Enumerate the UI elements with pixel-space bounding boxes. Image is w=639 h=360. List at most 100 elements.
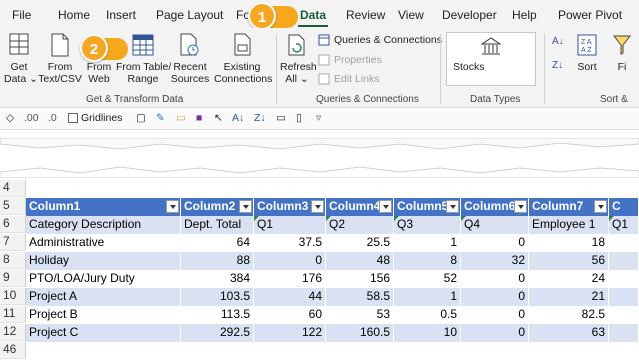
table-cell[interactable]: 1 xyxy=(394,234,461,252)
table-cell[interactable]: 25.5 xyxy=(326,234,394,252)
table-cell[interactable]: Holiday xyxy=(26,252,181,270)
existing-connections-button[interactable]: Existing Connections xyxy=(214,32,272,85)
column-header-5[interactable]: Column5 xyxy=(394,198,461,216)
row-header-4[interactable]: 4 xyxy=(0,180,26,197)
column-header-6[interactable]: Column6 xyxy=(461,198,529,216)
table-cell[interactable]: 32 xyxy=(461,252,529,270)
row-header-6[interactable]: 6 xyxy=(0,216,26,233)
tab-view[interactable]: View xyxy=(398,8,424,22)
table-cell[interactable]: Q1 xyxy=(254,216,326,234)
table-cell[interactable]: 21 xyxy=(529,288,609,306)
table-cell[interactable]: Project B xyxy=(26,306,181,324)
tab-page-layout[interactable]: Page Layout xyxy=(156,8,223,22)
table-cell[interactable]: 0 xyxy=(461,324,529,342)
table-cell[interactable]: PTO/LOA/Jury Duty xyxy=(26,270,181,288)
filter-dropdown-icon[interactable] xyxy=(446,200,459,213)
table-cell[interactable]: 176 xyxy=(254,270,326,288)
row-header-11[interactable]: 11 xyxy=(0,306,26,323)
tab-home[interactable]: Home xyxy=(58,8,90,22)
row-header-12[interactable]: 12 xyxy=(0,324,26,341)
border-icon[interactable]: ▢ xyxy=(136,112,146,124)
recent-sources-button[interactable]: Recent Sources xyxy=(170,32,210,85)
filter-dropdown-icon[interactable] xyxy=(594,200,607,213)
open-folder-icon[interactable]: ▭ xyxy=(176,112,186,124)
edit-links-button[interactable]: Edit Links xyxy=(318,73,380,85)
column-header-7[interactable]: Column7 xyxy=(529,198,609,216)
table-cell[interactable] xyxy=(609,324,639,342)
get-data-button[interactable]: Get Data ⌄ xyxy=(4,32,38,85)
table-cell[interactable]: 113.5 xyxy=(181,306,254,324)
table-cell[interactable]: Q2 xyxy=(326,216,394,234)
table-cell[interactable]: Administrative xyxy=(26,234,181,252)
table-cell[interactable]: 56 xyxy=(529,252,609,270)
filter-dropdown-icon[interactable] xyxy=(379,200,392,213)
save-icon[interactable]: ■ xyxy=(196,112,202,124)
filter-dropdown-icon[interactable] xyxy=(166,200,179,213)
table-cell[interactable]: Q1 xyxy=(609,216,639,234)
table-cell[interactable]: 156 xyxy=(326,270,394,288)
table-cell[interactable]: 37.5 xyxy=(254,234,326,252)
gridlines-toggle[interactable]: Gridlines xyxy=(68,112,122,124)
table-cell[interactable] xyxy=(609,270,639,288)
table-cell[interactable]: Dept. Total xyxy=(181,216,254,234)
table-cell[interactable]: 88 xyxy=(181,252,254,270)
table-cell[interactable]: 160.5 xyxy=(326,324,394,342)
table-cell[interactable]: 48 xyxy=(326,252,394,270)
tab-data[interactable]: Data xyxy=(300,8,326,22)
column-header-8[interactable]: C xyxy=(609,198,639,216)
eraser-icon[interactable]: ◇ xyxy=(6,112,14,124)
sort-ascending-icon[interactable]: A↓ xyxy=(232,112,244,124)
table-cell[interactable]: 384 xyxy=(181,270,254,288)
tab-review[interactable]: Review xyxy=(346,8,385,22)
pointer-icon[interactable]: ↖ xyxy=(214,112,223,124)
table-cell[interactable]: 18 xyxy=(529,234,609,252)
table-cell[interactable]: Project C xyxy=(26,324,181,342)
checkbox-icon[interactable] xyxy=(68,113,78,123)
table-cell[interactable] xyxy=(609,306,639,324)
row-header-8[interactable]: 8 xyxy=(0,252,26,269)
table-cell[interactable]: 52 xyxy=(394,270,461,288)
filter-dropdown-icon[interactable] xyxy=(311,200,324,213)
row-header-10[interactable]: 10 xyxy=(0,288,26,305)
table-cell[interactable]: 0 xyxy=(461,270,529,288)
table-cell[interactable]: Category Description xyxy=(26,216,181,234)
queries-connections-button[interactable]: Queries & Connections xyxy=(318,34,442,46)
table-cell[interactable] xyxy=(609,288,639,306)
refresh-all-button[interactable]: Refresh All ⌄ xyxy=(280,32,317,85)
row-header-9[interactable]: 9 xyxy=(0,270,26,287)
column-header-1[interactable]: Column1 xyxy=(26,198,181,216)
column-header-2[interactable]: Column2 xyxy=(181,198,254,216)
sort-button[interactable]: Z A A Z Sort xyxy=(572,32,602,73)
table-cell[interactable]: 24 xyxy=(529,270,609,288)
table-cell[interactable]: 60 xyxy=(254,306,326,324)
table-cell[interactable]: 0 xyxy=(254,252,326,270)
data-types-gallery[interactable]: Stocks xyxy=(446,32,536,86)
table-cell[interactable]: 0 xyxy=(461,288,529,306)
table-cell[interactable]: 64 xyxy=(181,234,254,252)
from-text-csv-button[interactable]: From Text/CSV xyxy=(38,32,82,85)
row-header-7[interactable]: 7 xyxy=(0,234,26,251)
table-cell[interactable]: 63 xyxy=(529,324,609,342)
table-cell[interactable]: 292.5 xyxy=(181,324,254,342)
table-cell[interactable]: 10 xyxy=(394,324,461,342)
table-cell[interactable]: 53 xyxy=(326,306,394,324)
decrease-decimal-icon[interactable]: .00 xyxy=(24,112,39,124)
table-cell[interactable]: 0 xyxy=(461,234,529,252)
table-cell[interactable]: Project A xyxy=(26,288,181,306)
sort-za-button[interactable]: Z↓ xyxy=(552,60,563,71)
table-cell[interactable] xyxy=(609,252,639,270)
filter-dropdown-icon[interactable] xyxy=(239,200,252,213)
sort-descending-icon[interactable]: Z↓ xyxy=(254,112,266,124)
tab-insert[interactable]: Insert xyxy=(106,8,136,22)
filter-dropdown-icon[interactable] xyxy=(514,200,527,213)
row-header-5[interactable]: 5 xyxy=(0,198,26,215)
tab-help[interactable]: Help xyxy=(512,8,537,22)
table-cell[interactable]: Q4 xyxy=(461,216,529,234)
table-cell[interactable]: 8 xyxy=(394,252,461,270)
table-cell[interactable]: 0 xyxy=(461,306,529,324)
properties-button[interactable]: Properties xyxy=(318,54,382,66)
table-cell[interactable]: 44 xyxy=(254,288,326,306)
table-cell[interactable]: 0.5 xyxy=(394,306,461,324)
table-cell[interactable]: Employee 1 xyxy=(529,216,609,234)
sort-az-button[interactable]: A↓ xyxy=(552,36,564,47)
